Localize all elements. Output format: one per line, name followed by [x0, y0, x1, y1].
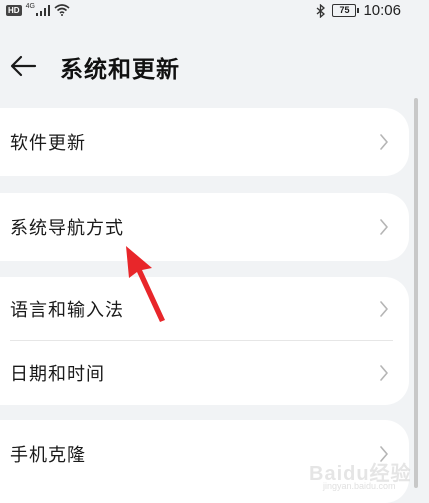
chevron-right-icon	[380, 134, 388, 150]
back-button[interactable]	[8, 50, 40, 82]
network-type: 4G	[25, 2, 35, 10]
settings-item-label: 日期和时间	[10, 364, 105, 385]
settings-item-software-update[interactable]: 软件更新	[0, 108, 409, 176]
settings-item-label: 系统导航方式	[10, 218, 124, 239]
back-arrow-icon	[10, 55, 37, 77]
settings-card-2: 系统导航方式	[0, 193, 409, 261]
watermark-logo: Baidu经验 jingyan.baidu.com	[293, 457, 413, 495]
hd-badge: HD	[6, 4, 22, 16]
wifi-icon	[54, 4, 70, 16]
settings-card-3: 语言和输入法 日期和时间	[0, 277, 409, 405]
settings-item-navigation[interactable]: 系统导航方式	[0, 193, 409, 261]
settings-item-label: 软件更新	[10, 133, 86, 154]
clock: 10:06	[363, 2, 401, 19]
chevron-right-icon	[380, 365, 388, 381]
scrollbar-thumb[interactable]	[414, 98, 418, 488]
annotation-arrow-icon	[126, 246, 165, 322]
chevron-right-icon	[380, 301, 388, 317]
settings-item-label: 手机克隆	[10, 445, 86, 466]
settings-item-date-time[interactable]: 日期和时间	[0, 341, 409, 405]
scrollbar[interactable]	[414, 98, 418, 503]
battery-icon: 75	[332, 4, 360, 17]
signal-icon	[35, 4, 50, 16]
status-bar: HD 4G 75 10:06	[0, 0, 429, 24]
page-header: 系统和更新	[0, 44, 429, 90]
bluetooth-icon	[317, 3, 326, 18]
settings-item-label: 语言和输入法	[10, 300, 124, 321]
settings-card-1: 软件更新	[0, 108, 409, 176]
page-title: 系统和更新	[60, 57, 180, 83]
settings-item-language-input[interactable]: 语言和输入法	[0, 277, 409, 341]
chevron-right-icon	[380, 219, 388, 235]
watermark-subtext: jingyan.baidu.com	[323, 481, 396, 491]
